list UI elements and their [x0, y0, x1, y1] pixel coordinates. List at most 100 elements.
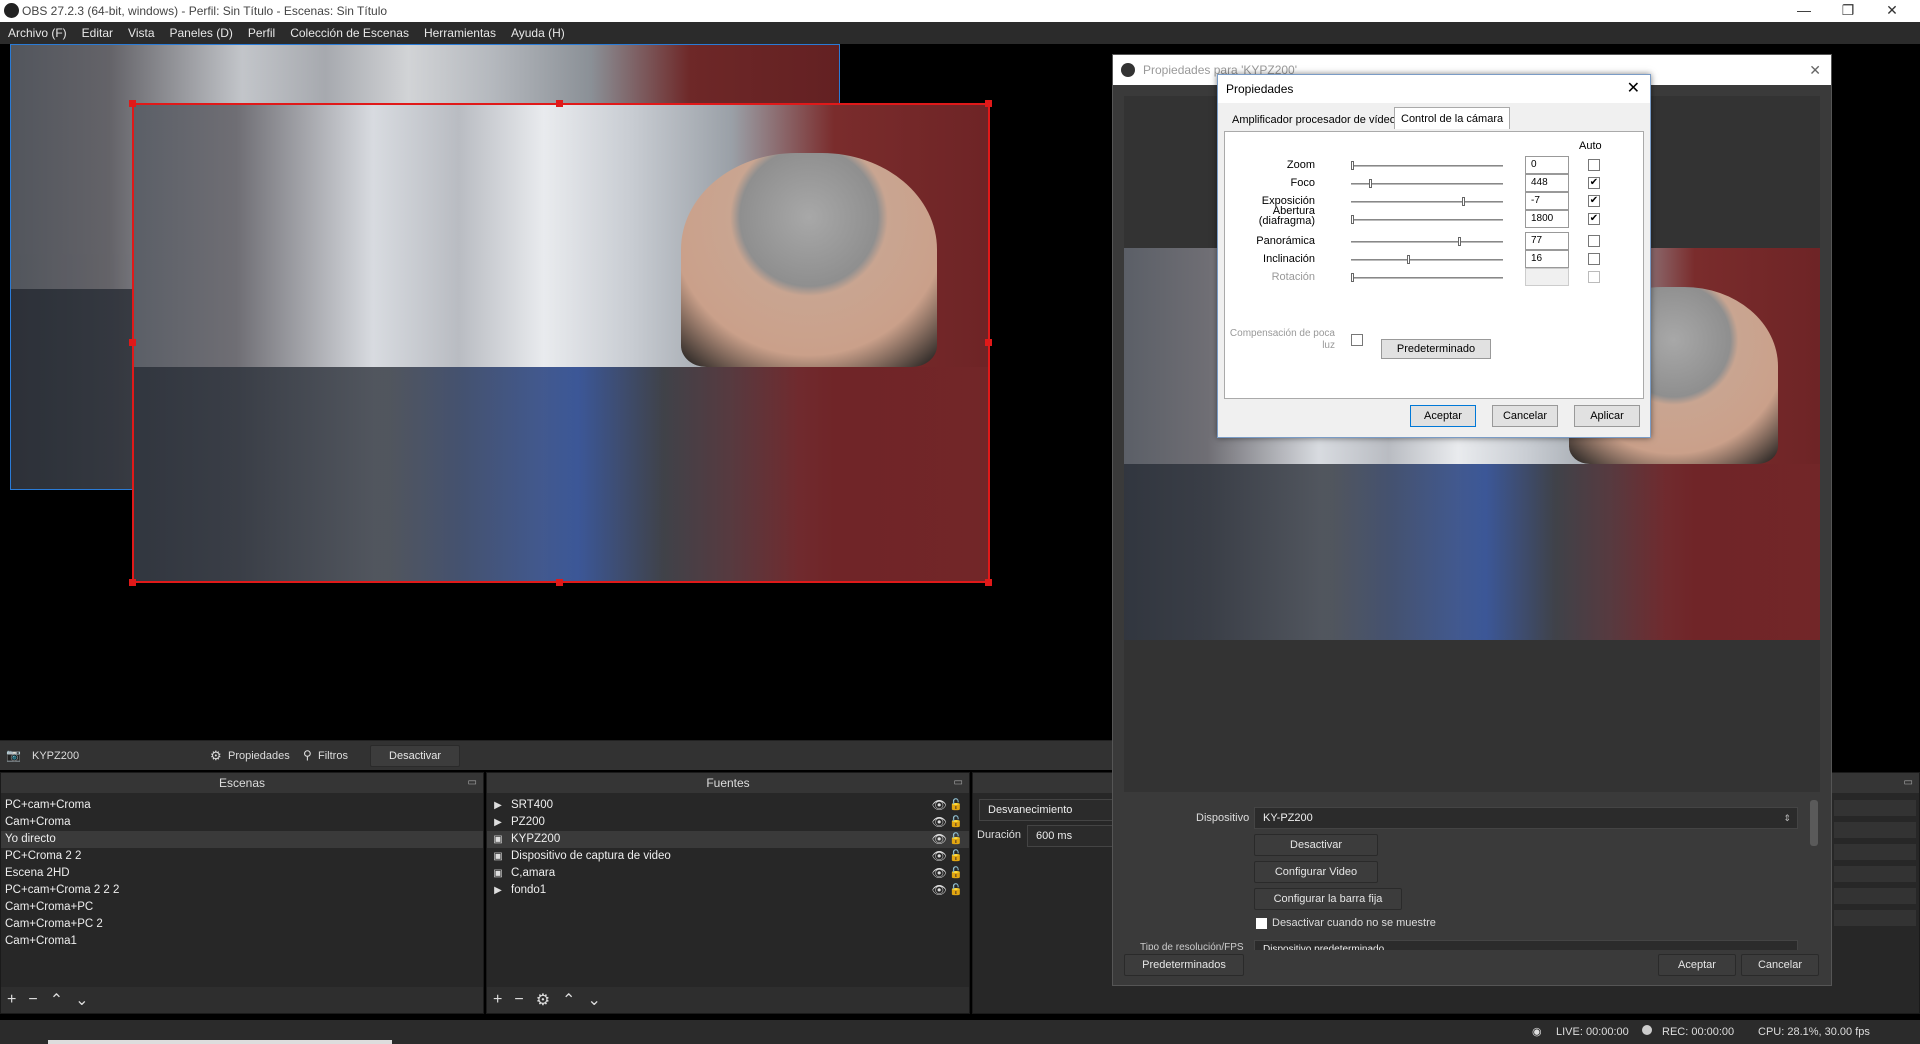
menu-herramientas[interactable]: Herramientas — [424, 26, 496, 40]
visibility-eye-icon[interactable]: 👁 — [932, 865, 947, 882]
auto-checkbox[interactable]: ✔ — [1588, 177, 1600, 189]
lock-icon[interactable]: 🔓 — [949, 831, 963, 848]
tab-camera-control[interactable]: Control de la cámara — [1394, 107, 1511, 129]
resize-handle[interactable] — [129, 100, 136, 107]
auto-checkbox[interactable] — [1588, 159, 1600, 171]
visibility-eye-icon[interactable]: 👁 — [932, 831, 947, 848]
slider-thumb[interactable] — [1368, 179, 1372, 188]
auto-checkbox[interactable]: ✔ — [1588, 213, 1600, 225]
resize-handle[interactable] — [129, 339, 136, 346]
source-item[interactable]: ▶ PZ200 👁 🔓 — [487, 814, 969, 831]
lock-icon[interactable]: 🔓 — [949, 882, 963, 899]
menu-perfil[interactable]: Perfil — [248, 26, 275, 40]
resize-handle[interactable] — [556, 100, 563, 107]
lowlight-checkbox[interactable] — [1351, 334, 1363, 346]
maximize-button[interactable]: ❐ — [1828, 0, 1868, 22]
source-item[interactable]: ▶ SRT400 👁 🔓 — [487, 797, 969, 814]
slider-thumb[interactable] — [1462, 197, 1465, 206]
control-slider[interactable] — [1351, 161, 1503, 170]
device-select[interactable]: KY-PZ200 ⇕ — [1254, 807, 1798, 829]
visibility-eye-icon[interactable]: 👁 — [932, 848, 947, 865]
scene-item[interactable]: Cam+Croma+PC — [1, 899, 483, 916]
control-value-input[interactable]: 16 — [1525, 250, 1569, 268]
source-item[interactable]: ▣ C,amara 👁 🔓 — [487, 865, 969, 882]
control-slider[interactable] — [1351, 255, 1503, 264]
add-source-icon[interactable]: + — [493, 991, 502, 1009]
move-down-icon[interactable]: ⌄ — [587, 990, 600, 1010]
filters-button[interactable]: Filtros — [318, 750, 348, 762]
selected-source-image[interactable] — [132, 103, 990, 583]
resize-handle[interactable] — [985, 339, 992, 346]
visibility-eye-icon[interactable]: 👁 — [932, 814, 947, 831]
control-slider[interactable] — [1351, 197, 1503, 206]
control-value-input[interactable]: 0 — [1525, 156, 1569, 174]
properties-button[interactable]: Propiedades — [228, 750, 290, 762]
move-up-icon[interactable]: ⌃ — [562, 990, 575, 1010]
resize-handle[interactable] — [985, 579, 992, 586]
move-down-icon[interactable]: ⌄ — [75, 990, 88, 1010]
default-button[interactable]: Predeterminado — [1381, 339, 1491, 359]
remove-scene-icon[interactable]: − — [28, 991, 37, 1009]
menu-vista[interactable]: Vista — [128, 26, 154, 40]
visibility-eye-icon[interactable]: 👁 — [932, 882, 947, 899]
scene-item[interactable]: PC+cam+Croma 2 2 2 — [1, 882, 483, 899]
slider-thumb[interactable] — [1407, 255, 1411, 264]
remove-source-icon[interactable]: − — [514, 991, 523, 1009]
menu-paneles[interactable]: Paneles (D) — [170, 26, 233, 40]
visibility-eye-icon[interactable]: 👁 — [932, 797, 947, 814]
control-slider[interactable] — [1351, 237, 1503, 246]
lock-icon[interactable]: 🔓 — [949, 797, 963, 814]
dialog-apply-button[interactable]: Aplicar — [1574, 405, 1640, 427]
scene-item[interactable]: Cam+Croma1 — [1, 933, 483, 950]
source-item[interactable]: ▶ fondo1 👁 🔓 — [487, 882, 969, 899]
menu-coleccion-escenas[interactable]: Colección de Escenas — [290, 26, 409, 40]
control-value-input[interactable]: -7 — [1525, 192, 1569, 210]
minimize-button[interactable]: — — [1784, 0, 1824, 22]
control-value-input[interactable]: 448 — [1525, 174, 1569, 192]
resize-handle[interactable] — [556, 579, 563, 586]
control-value-input[interactable]: 1800 — [1525, 210, 1569, 228]
close-window-button[interactable]: ✕ — [1872, 0, 1912, 22]
duration-input[interactable]: 600 ms — [1027, 825, 1119, 847]
auto-checkbox[interactable] — [1588, 253, 1600, 265]
dialog-accept-button[interactable]: Aceptar — [1410, 405, 1476, 427]
undock-icon[interactable]: ▭ — [468, 773, 477, 793]
source-item[interactable]: ▣ Dispositivo de captura de video 👁 🔓 — [487, 848, 969, 865]
props-accept-button[interactable]: Aceptar — [1658, 954, 1736, 976]
close-icon[interactable]: ✕ — [1809, 55, 1821, 85]
close-icon[interactable]: ✕ — [1627, 75, 1640, 103]
slider-thumb[interactable] — [1457, 237, 1461, 246]
scrollbar[interactable] — [1810, 800, 1818, 846]
transition-select[interactable]: Desvanecimiento — [979, 799, 1119, 821]
source-settings-icon[interactable]: ⚙ — [536, 990, 550, 1010]
control-slider[interactable] — [1351, 179, 1503, 188]
resize-handle[interactable] — [129, 579, 136, 586]
undock-icon[interactable]: ▭ — [954, 773, 963, 793]
defaults-button[interactable]: Predeterminados — [1124, 954, 1244, 976]
menu-editar[interactable]: Editar — [82, 26, 113, 40]
props-cancel-button[interactable]: Cancelar — [1741, 954, 1819, 976]
lock-icon[interactable]: 🔓 — [949, 848, 963, 865]
menu-archivo[interactable]: Archivo (F) — [8, 26, 67, 40]
configure-crossbar-button[interactable]: Configurar la barra fija — [1254, 888, 1402, 910]
tab-video-proc-amp[interactable]: Amplificador procesador de vídeo — [1226, 109, 1402, 131]
dialog-cancel-button[interactable]: Cancelar — [1492, 405, 1558, 427]
undock-icon[interactable]: ▭ — [1904, 773, 1913, 793]
move-up-icon[interactable]: ⌃ — [50, 990, 63, 1010]
add-scene-icon[interactable]: + — [7, 991, 16, 1009]
auto-checkbox[interactable] — [1588, 235, 1600, 247]
slider-thumb[interactable] — [1351, 215, 1354, 224]
scene-item[interactable]: PC+cam+Croma — [1, 797, 483, 814]
auto-checkbox[interactable]: ✔ — [1588, 195, 1600, 207]
control-value-input[interactable]: 77 — [1525, 232, 1569, 250]
scene-item[interactable]: Escena 2HD — [1, 865, 483, 882]
deactivate-hidden-checkbox[interactable] — [1256, 918, 1267, 929]
configure-video-button[interactable]: Configurar Video — [1254, 861, 1378, 883]
preview-canvas[interactable] — [0, 44, 1112, 740]
resize-handle[interactable] — [985, 100, 992, 107]
lock-icon[interactable]: 🔓 — [949, 814, 963, 831]
control-slider[interactable] — [1351, 215, 1503, 224]
scene-item[interactable]: PC+Croma 2 2 — [1, 848, 483, 865]
scene-item[interactable]: Yo directo — [1, 831, 483, 848]
deactivate-button[interactable]: Desactivar — [370, 745, 460, 767]
